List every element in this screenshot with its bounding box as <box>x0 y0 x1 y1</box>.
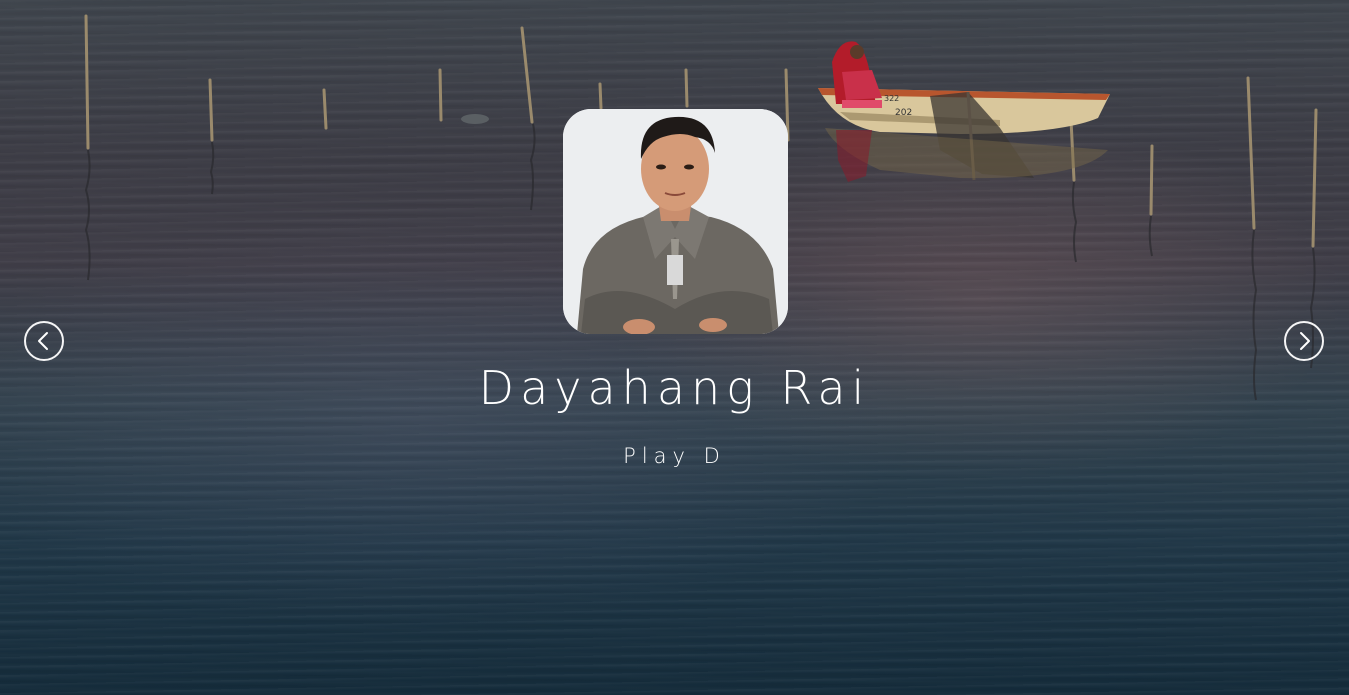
svg-text:322: 322 <box>884 94 899 103</box>
person-name: Dayahang Rai <box>478 361 871 415</box>
chevron-left-icon <box>38 332 48 350</box>
profile-photo <box>563 109 788 334</box>
boat-person <box>832 41 882 108</box>
svg-text:202: 202 <box>895 108 912 118</box>
person-role: Play D <box>623 444 726 468</box>
prev-slide-button[interactable] <box>24 321 64 361</box>
avatar <box>563 109 788 334</box>
slider-stage: 322 202 Dayahang Rai Play D <box>0 0 1349 695</box>
lake-scene: 322 202 <box>84 14 1318 401</box>
next-slide-button[interactable] <box>1284 321 1324 361</box>
chevron-right-icon <box>1300 332 1310 350</box>
